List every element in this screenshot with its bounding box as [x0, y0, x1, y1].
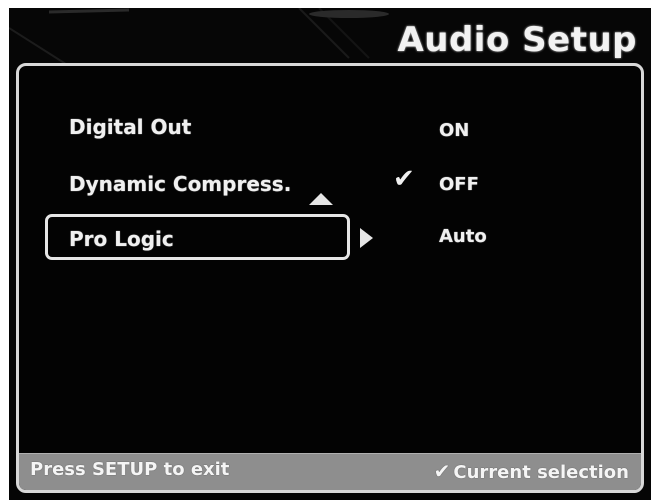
menu-item-digital-out[interactable]: Digital Out: [69, 115, 191, 139]
page-title: Audio Setup: [397, 20, 637, 60]
checkmark-icon: ✔: [393, 164, 415, 194]
up-arrow-icon: [309, 193, 333, 205]
legend-label: Current selection: [453, 462, 629, 483]
footer-bar: Press SETUP to exit ✔ Current selection: [19, 453, 641, 490]
right-arrow-icon: [360, 228, 373, 248]
exit-hint: Press SETUP to exit: [30, 459, 230, 480]
option-off[interactable]: OFF: [439, 174, 479, 195]
tv-screen: Audio Setup Digital Out Dynamic Compress…: [9, 8, 651, 500]
option-on[interactable]: ON: [439, 120, 469, 141]
option-auto[interactable]: Auto: [439, 226, 487, 247]
menu-item-dynamic-compress[interactable]: Dynamic Compress.: [69, 172, 291, 196]
legend-checkmark-icon: ✔: [433, 459, 451, 483]
settings-panel: Digital Out Dynamic Compress. Pro Logic …: [16, 63, 644, 493]
current-selection-legend: ✔ Current selection: [434, 459, 629, 483]
menu-item-pro-logic[interactable]: Pro Logic: [69, 227, 174, 251]
